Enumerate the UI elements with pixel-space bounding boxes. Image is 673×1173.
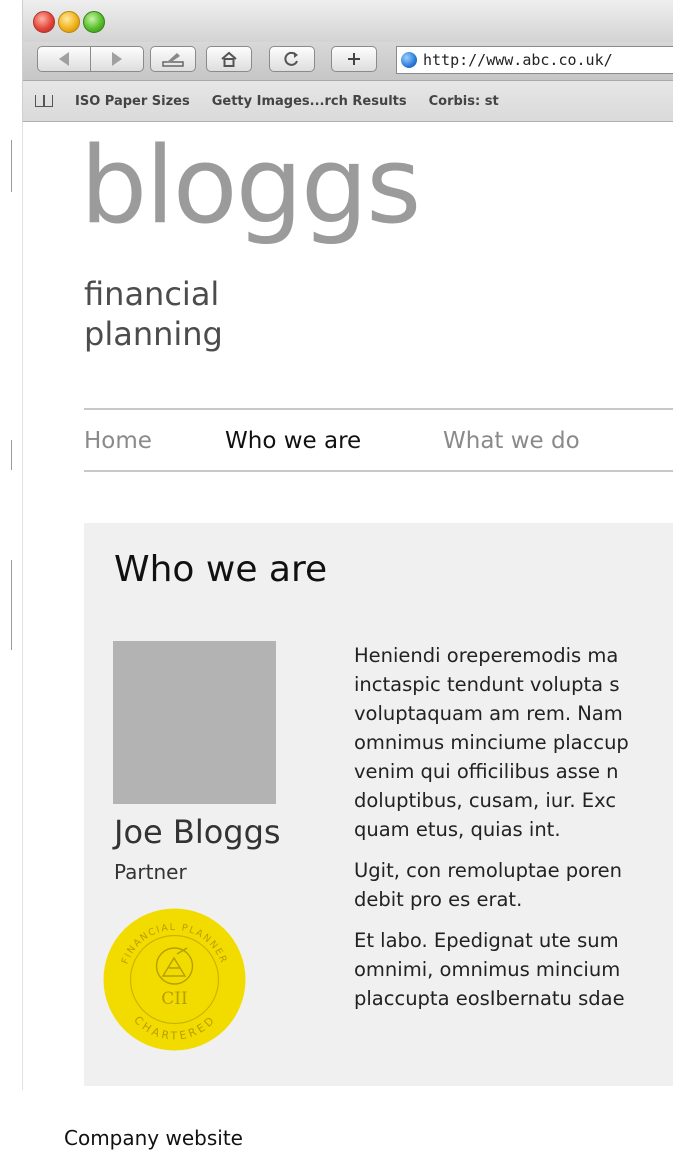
title-bar: [23, 0, 673, 42]
body-copy: Heniendi oreperemodis ma inctaspic tendu…: [354, 641, 673, 1025]
page-margin-strip: [0, 0, 23, 1090]
zoom-window-button[interactable]: [83, 11, 105, 33]
margin-rule: [11, 440, 12, 470]
paragraph: Heniendi oreperemodis ma inctaspic tendu…: [354, 644, 629, 841]
browser-toolbar: http://www.abc.co.uk/: [23, 42, 673, 81]
reload-button[interactable]: [269, 46, 315, 72]
chartered-planner-badge: FINANCIAL PLANNER CHARTERED CII: [103, 908, 246, 1051]
plus-icon: [348, 53, 360, 65]
nav-who-we-are[interactable]: Who we are: [225, 428, 361, 454]
nav-home[interactable]: Home: [84, 428, 152, 454]
home-icon: [221, 51, 237, 67]
globe-icon: [401, 52, 417, 68]
bookmarks-bar: ISO Paper Sizes Getty Images...rch Resul…: [23, 81, 673, 122]
person-role: Partner: [114, 860, 187, 884]
minimize-window-button[interactable]: [58, 11, 80, 33]
bookmark-getty-images[interactable]: Getty Images...rch Results: [212, 94, 407, 109]
margin-rule: [11, 560, 12, 650]
add-bookmark-button[interactable]: [331, 46, 377, 72]
profile-photo-placeholder: [113, 641, 276, 804]
forward-button[interactable]: [90, 46, 144, 72]
bookmarks-book-icon[interactable]: [35, 95, 53, 107]
back-arrow-icon: [59, 52, 69, 66]
edit-bookmark-button[interactable]: [150, 46, 196, 72]
paragraph: Ugit, con remoluptae poren debit pro es …: [354, 859, 623, 911]
content-panel: Who we are Joe Bloggs Partner FINANCIAL …: [84, 523, 673, 1086]
site-logo[interactable]: bloggs: [80, 133, 421, 239]
margin-rule: [11, 140, 12, 192]
bookmark-iso-paper-sizes[interactable]: ISO Paper Sizes: [75, 94, 190, 109]
close-window-button[interactable]: [33, 11, 55, 33]
bookmark-corbis[interactable]: Corbis: st: [429, 94, 499, 109]
pencil-icon: [162, 53, 184, 67]
tagline-line-2: planning: [84, 315, 223, 353]
badge-center-text: CII: [161, 989, 187, 1009]
figure-caption: Company website: [64, 1126, 243, 1150]
person-name: Joe Bloggs: [114, 813, 281, 851]
back-button[interactable]: [37, 46, 91, 72]
forward-arrow-icon: [112, 52, 122, 66]
address-bar[interactable]: http://www.abc.co.uk/: [396, 46, 673, 74]
reload-icon: [284, 51, 298, 66]
tagline-line-1: financial: [84, 275, 220, 313]
address-bar-url: http://www.abc.co.uk/: [423, 51, 613, 69]
site-tagline: financial planning: [84, 274, 223, 354]
section-heading: Who we are: [114, 549, 328, 590]
home-button[interactable]: [206, 46, 252, 72]
main-navigation: Home Who we are What we do: [84, 408, 673, 472]
paragraph: Et labo. Epedignat ute sum omnimi, omnim…: [354, 929, 625, 1010]
nav-what-we-do[interactable]: What we do: [443, 428, 580, 454]
browser-window-chrome: http://www.abc.co.uk/ ISO Paper Sizes Ge…: [22, 0, 673, 122]
